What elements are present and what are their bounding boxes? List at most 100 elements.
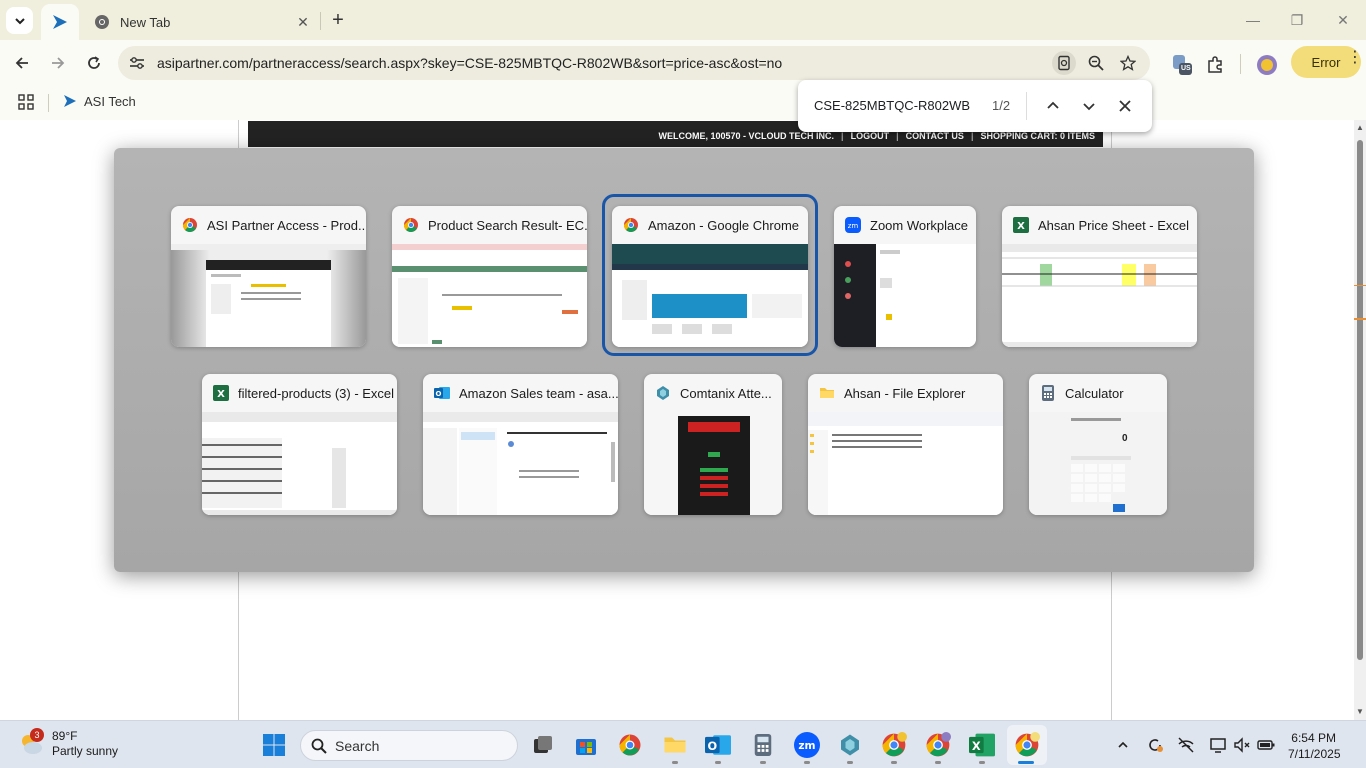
system-clock[interactable]: 6:54 PM 7/11/2025 — [1288, 730, 1341, 762]
scroll-down-icon[interactable]: ▼ — [1356, 708, 1364, 716]
site-settings-icon[interactable] — [128, 55, 146, 71]
forward-button[interactable] — [46, 51, 70, 75]
taskbar-comtanix[interactable] — [836, 731, 864, 759]
window-thumbnail — [202, 412, 397, 515]
close-window-icon[interactable]: ✕ — [1331, 8, 1355, 32]
bookmark-asi-tech[interactable]: ASI Tech — [62, 93, 136, 109]
window-thumbnail — [423, 412, 618, 515]
find-next-button[interactable] — [1077, 94, 1101, 118]
back-button[interactable] — [10, 51, 34, 75]
reload-button[interactable] — [82, 51, 106, 75]
network-offline-icon[interactable] — [1176, 735, 1196, 755]
taskbar-chrome[interactable] — [616, 731, 644, 759]
taskbar-search-box[interactable]: Search — [300, 730, 518, 761]
taskbar-file-explorer[interactable] — [661, 731, 689, 759]
site-nav: WELCOME, 100570 - VCLOUD TECH INC. | LOG… — [659, 131, 1095, 141]
weather-widget[interactable]: 3 89°F Partly sunny — [18, 728, 119, 759]
window-title: Ahsan - File Explorer — [844, 385, 966, 401]
weather-badge: 3 — [30, 728, 44, 742]
search-label: Search — [335, 737, 380, 754]
profile-button[interactable] — [1255, 53, 1279, 77]
switcher-window-asi-partner[interactable]: ASI Partner Access - Prod... — [171, 206, 366, 347]
running-indicator — [891, 761, 897, 764]
sync-icon[interactable] — [1145, 735, 1165, 755]
find-previous-button[interactable] — [1041, 94, 1065, 118]
weather-desc: Partly sunny — [52, 744, 119, 758]
taskbar-zoom[interactable]: zm — [793, 731, 821, 759]
excel-icon: X — [212, 384, 230, 402]
window-title: Amazon Sales team - asa... — [459, 385, 618, 401]
restore-icon[interactable]: ❐ — [1285, 8, 1309, 32]
tab-new-tab[interactable]: New Tab ✕ — [80, 4, 320, 40]
switcher-window-comtanix[interactable]: Comtanix Atte... — [644, 374, 782, 515]
taskbar-store[interactable] — [572, 731, 600, 759]
extensions-button[interactable] — [1203, 53, 1227, 77]
battery-icon[interactable] — [1256, 735, 1276, 755]
new-tab-button[interactable]: + — [327, 9, 349, 31]
switcher-window-price-sheet[interactable]: X Ahsan Price Sheet - Excel — [1002, 206, 1197, 347]
logout-link[interactable]: LOGOUT — [851, 131, 890, 141]
pinned-tab-asi[interactable] — [41, 4, 79, 40]
svg-text:X: X — [217, 389, 225, 400]
folder-icon — [664, 737, 686, 753]
volume-muted-icon[interactable] — [1232, 735, 1252, 755]
find-input[interactable]: CSE-825MBTQC-R802WB — [814, 98, 970, 113]
contact-link[interactable]: CONTACT US — [906, 131, 964, 141]
puzzle-icon — [1208, 56, 1222, 73]
tray-overflow-chevron-icon[interactable] — [1113, 735, 1133, 755]
extension-translate-button[interactable]: US — [1170, 53, 1194, 77]
running-indicator — [760, 761, 766, 764]
find-in-page-icon — [1058, 55, 1070, 71]
nav-separator: | — [896, 131, 899, 141]
nav-separator: | — [970, 131, 974, 141]
scroll-thumb[interactable] — [1357, 140, 1363, 660]
clock-date: 7/11/2025 — [1288, 747, 1341, 761]
address-bar[interactable]: asipartner.com/partneraccess/search.aspx… — [118, 46, 1150, 80]
taskbar-chrome-profile-2[interactable] — [880, 731, 908, 759]
apps-grid-icon[interactable] — [18, 94, 34, 110]
running-indicator — [935, 761, 941, 764]
window-title: Calculator — [1065, 385, 1124, 401]
display-icon[interactable] — [1208, 735, 1228, 755]
weather-temp: 89°F — [52, 729, 78, 743]
url-text[interactable]: asipartner.com/partneraccess/search.aspx… — [157, 55, 782, 71]
taskbar-calculator[interactable] — [749, 731, 777, 759]
scroll-up-icon[interactable]: ▲ — [1356, 124, 1364, 132]
outlook-icon: O — [433, 384, 451, 402]
switcher-window-product-search[interactable]: Product Search Result- EC... — [392, 206, 587, 347]
taskbar-chrome-active[interactable] — [1013, 731, 1041, 759]
zoom-button[interactable] — [1084, 51, 1108, 75]
switcher-window-file-explorer[interactable]: Ahsan - File Explorer — [808, 374, 1003, 515]
running-indicator — [672, 761, 678, 764]
tab-search-button[interactable] — [6, 7, 33, 34]
find-match-count: 1/2 — [992, 98, 1011, 113]
zoom-icon: zm — [844, 216, 862, 234]
menu-dots-icon[interactable]: ⋮ — [1347, 50, 1363, 66]
folder-icon — [818, 384, 836, 402]
arrow-left-icon — [15, 57, 28, 69]
chrome-icon — [94, 14, 110, 30]
windows-start-icon[interactable] — [262, 733, 286, 757]
chrome-icon — [926, 732, 951, 757]
switcher-window-outlook[interactable]: O Amazon Sales team - asa... — [423, 374, 618, 515]
switcher-window-filtered-products[interactable]: Xfiltered-products (3) - Excel — [202, 374, 397, 515]
window-thumbnail — [808, 412, 1003, 515]
arrow-right-icon — [52, 57, 65, 69]
taskbar-excel[interactable]: X — [968, 731, 996, 759]
taskbar-chrome-profile-3[interactable] — [924, 731, 952, 759]
switcher-window-calculator[interactable]: Calculator 0 — [1029, 374, 1167, 515]
page-search-button[interactable] — [1052, 51, 1076, 75]
minimize-icon[interactable]: — — [1241, 8, 1265, 32]
page-scrollbar[interactable]: ▲ ▼ — [1354, 120, 1366, 720]
taskbar-task-view[interactable] — [529, 731, 557, 759]
calculator-icon — [1039, 384, 1057, 402]
bookmark-star-button[interactable] — [1116, 51, 1140, 75]
cart-link[interactable]: SHOPPING CART: 0 ITEMS — [980, 131, 1095, 141]
find-close-button[interactable] — [1113, 94, 1137, 118]
chrome-icon — [181, 216, 199, 234]
switcher-window-zoom[interactable]: zm Zoom Workplace — [834, 206, 976, 347]
running-indicator — [847, 761, 853, 764]
bookmark-label: ASI Tech — [84, 93, 136, 109]
close-tab-icon[interactable]: ✕ — [294, 13, 312, 31]
taskbar-outlook[interactable]: O — [704, 731, 732, 759]
